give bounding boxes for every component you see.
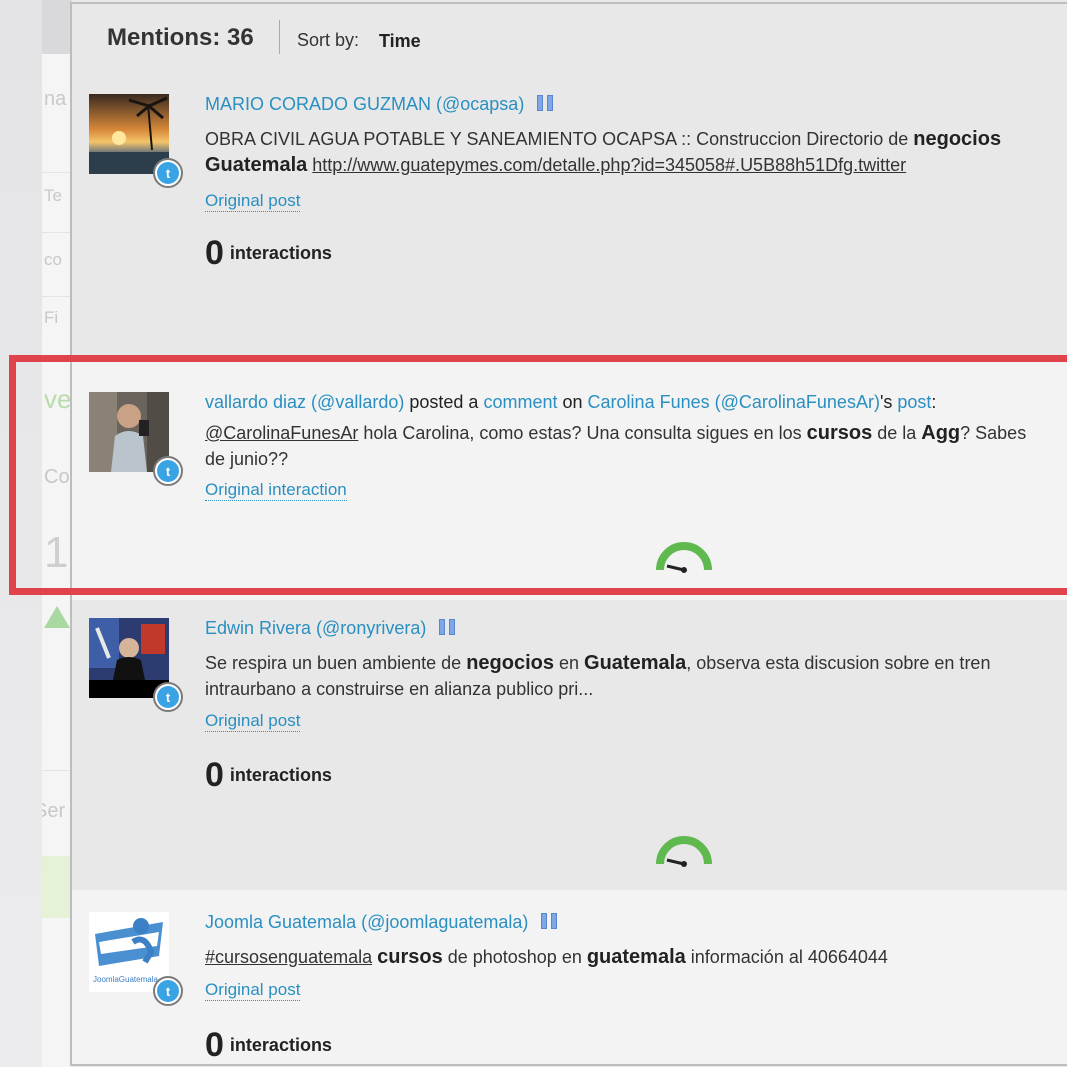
flag-icon: [439, 618, 459, 640]
mentions-count: Mentions: 36: [107, 24, 254, 51]
mention-text-part: de photoshop en: [442, 947, 587, 967]
original-interaction-link[interactable]: Original interaction: [205, 480, 347, 501]
mention-text-part: intraurbano a construirse en alianza pub…: [205, 679, 594, 699]
background-divider: [42, 232, 72, 233]
keyword-highlight: guatemala: [586, 946, 686, 968]
mention-text-part: Se respira un buen ambiente de: [205, 653, 467, 673]
mention-item: t MARIO CORADO GUZMAN (@ocapsa) OBRA CIV…: [72, 70, 1067, 356]
background-page-column: na Te co Fi ve Co 1 Ser: [42, 0, 72, 1067]
mention-text-part: de la: [872, 423, 922, 443]
header-divider: [279, 20, 280, 54]
author-link[interactable]: MARIO CORADO GUZMAN (@ocapsa): [205, 94, 557, 116]
background-up-arrow-icon: [44, 606, 70, 628]
background-text: Ser: [42, 800, 66, 822]
original-post-link[interactable]: Original post: [205, 191, 301, 212]
author-name[interactable]: Joomla Guatemala (@joomlaguatemala): [205, 912, 528, 932]
background-divider: [42, 172, 72, 173]
background-green-box: [42, 856, 72, 918]
author-name[interactable]: MARIO CORADO GUZMAN (@ocapsa): [205, 94, 524, 114]
flag-icon: [541, 912, 561, 934]
mention-url-link[interactable]: http://www.guatepymes.com/detalle.php?id…: [312, 155, 906, 175]
interaction-summary: vallardo diaz (@vallardo) posted a comme…: [205, 392, 936, 413]
interactions-label: interactions: [229, 765, 332, 785]
summary-text: posted a: [409, 392, 479, 412]
keyword-highlight: cursos: [377, 946, 443, 968]
sentiment-gauge-icon: [656, 836, 712, 867]
author-name[interactable]: vallardo diaz (@vallardo): [205, 392, 404, 412]
summary-text: :: [931, 392, 937, 412]
background-text: Co: [44, 466, 70, 488]
flag-icon: [537, 94, 557, 116]
background-text: ve: [44, 384, 72, 414]
sort-dropdown[interactable]: Time: [379, 31, 421, 52]
summary-text: on: [562, 392, 583, 412]
sentiment-gauge-icon: [656, 542, 712, 573]
target-author-link[interactable]: Carolina Funes (@CarolinaFunesAr): [588, 392, 880, 412]
background-text: Fi: [44, 308, 59, 327]
mention-text-part: información al 40664044: [685, 947, 888, 967]
mention-text-part: OBRA CIVIL AGUA POTABLE Y SANEAMIENTO OC…: [205, 129, 914, 149]
mention-text-part: hola Carolina, como estas? Una consulta …: [358, 423, 807, 443]
interactions-number: 0: [205, 1026, 224, 1064]
hashtag-link[interactable]: #cursosenguatemala: [205, 947, 372, 967]
mention-text: #cursosenguatemala cursos de photoshop e…: [205, 944, 1067, 970]
interactions-number: 0: [205, 234, 224, 272]
comment-link[interactable]: comment: [483, 392, 557, 412]
mention-text-part: , observa esta discusion sobre en tren: [686, 653, 991, 673]
author-link[interactable]: Edwin Rivera (@ronyrivera): [205, 618, 459, 640]
post-link[interactable]: post: [897, 392, 931, 412]
twitter-icon: t: [153, 456, 183, 486]
background-topbar: [42, 0, 72, 54]
interactions-count: 0 interactions: [205, 234, 332, 273]
original-post-link[interactable]: Original post: [205, 711, 301, 732]
avatar-text: JoomlaGuatemala: [93, 975, 158, 984]
background-text: na: [44, 88, 67, 110]
background-text: co: [44, 250, 62, 269]
keyword-highlight: negocios: [913, 128, 1002, 150]
mention-item: t vallardo diaz (@vallardo) posted a com…: [72, 356, 1067, 600]
interactions-count: 0 interactions: [205, 1026, 332, 1064]
mention-item: JoomlaGuatemala t Joomla Guatemala (@joo…: [72, 890, 1067, 1064]
interactions-label: interactions: [229, 243, 332, 263]
background-text: 1: [44, 528, 69, 577]
keyword-highlight: Guatemala: [205, 154, 308, 176]
interactions-count: 0 interactions: [205, 756, 332, 795]
keyword-highlight: Agg: [921, 422, 961, 444]
mention-text-part: de junio??: [205, 449, 289, 469]
mention-text: @CarolinaFunesAr hola Carolina, como est…: [205, 420, 1067, 472]
author-name[interactable]: Edwin Rivera (@ronyrivera): [205, 618, 426, 638]
interactions-label: interactions: [229, 1035, 332, 1055]
mention-text: Se respira un buen ambiente de negocios …: [205, 650, 1067, 702]
original-post-link[interactable]: Original post: [205, 980, 301, 1001]
mention-text-part: ? Sabes: [960, 423, 1027, 443]
mention-text-part: en: [553, 653, 585, 673]
background-divider: [42, 296, 72, 297]
mention-handle-link[interactable]: @CarolinaFunesAr: [205, 423, 358, 443]
mention-item: t Edwin Rivera (@ronyrivera) Se respira …: [72, 600, 1067, 890]
author-link[interactable]: Joomla Guatemala (@joomlaguatemala): [205, 912, 561, 934]
background-divider: [42, 770, 72, 771]
twitter-icon: t: [153, 682, 183, 712]
sort-label: Sort by:: [297, 30, 360, 50]
page-background: [0, 0, 42, 1067]
keyword-highlight: negocios: [466, 652, 554, 674]
interactions-number: 0: [205, 756, 224, 794]
twitter-icon: t: [153, 976, 183, 1006]
background-text: Te: [44, 186, 62, 205]
panel-header: Mentions: 36 Sort by: Time: [72, 4, 1067, 70]
twitter-icon: t: [153, 158, 183, 188]
mentions-panel: Mentions: 36 Sort by: Time t MARIO CORAD…: [70, 2, 1067, 1066]
mention-text: OBRA CIVIL AGUA POTABLE Y SANEAMIENTO OC…: [205, 126, 1067, 178]
summary-text: 's: [879, 392, 893, 412]
keyword-highlight: Guatemala: [584, 652, 687, 674]
keyword-highlight: cursos: [806, 422, 873, 444]
